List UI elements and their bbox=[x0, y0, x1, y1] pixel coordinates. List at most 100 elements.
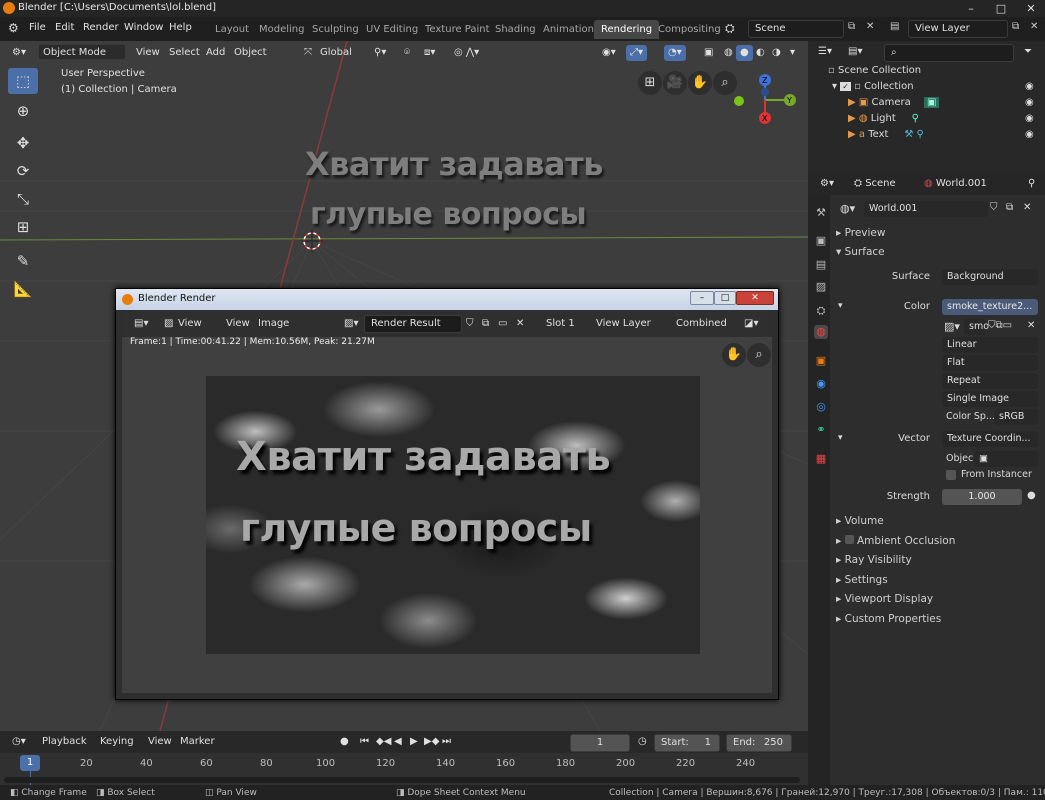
render-tab-icon[interactable]: ▣ bbox=[814, 234, 828, 248]
tab-sculpting[interactable]: Sculpting bbox=[305, 20, 366, 39]
fake-user-icon[interactable]: ⛉ bbox=[990, 202, 998, 213]
filter-icon[interactable]: ⏷ bbox=[1020, 44, 1036, 60]
image-name-field[interactable]: smo bbox=[964, 319, 989, 335]
ao-checkbox[interactable] bbox=[844, 535, 854, 544]
viewport-object-menu[interactable]: Object bbox=[230, 45, 271, 61]
menu-help[interactable]: Help bbox=[169, 22, 192, 33]
color-space-dropdown[interactable]: sRGB bbox=[994, 409, 1038, 425]
world-browse-icon[interactable]: ◍▾ bbox=[840, 202, 855, 215]
interpolation-dropdown[interactable]: Linear bbox=[942, 337, 1038, 353]
pivot-icon[interactable]: ⚲▾ bbox=[370, 45, 390, 61]
cursor-tool-icon[interactable]: ⊕ bbox=[8, 98, 38, 124]
surface-shader-field[interactable]: Background bbox=[942, 269, 1038, 285]
strength-socket-icon[interactable]: ● bbox=[1027, 490, 1036, 501]
render-pan-icon[interactable]: ✋ bbox=[722, 343, 746, 367]
start-frame-field[interactable]: Start: 1 bbox=[654, 734, 720, 752]
navigation-gizmo[interactable]: Z Y X bbox=[730, 72, 802, 130]
pass-dropdown[interactable]: Combined bbox=[672, 316, 731, 332]
tab-modeling[interactable]: Modeling bbox=[252, 20, 312, 39]
panel-settings[interactable]: ▸ Settings bbox=[836, 574, 888, 586]
outliner-row-camera[interactable]: ▶ ▣ Camera ▣ bbox=[848, 97, 940, 108]
projection-dropdown[interactable]: Flat bbox=[942, 355, 1038, 371]
render-minimize-icon[interactable]: – bbox=[690, 291, 714, 305]
tab-animation[interactable]: Animation bbox=[536, 20, 601, 39]
proportional-edit-icon[interactable]: ◎ ⋀▾ bbox=[450, 45, 483, 61]
image-unlink-icon[interactable]: ✕ bbox=[1027, 320, 1035, 331]
strength-field[interactable]: 1.000 bbox=[942, 489, 1022, 505]
new-scene-icon[interactable]: ⧉ bbox=[848, 21, 855, 32]
pin-icon[interactable]: ⚲ bbox=[1024, 176, 1039, 192]
viewport-add-menu[interactable]: Add bbox=[202, 45, 229, 61]
shading-rendered-icon[interactable]: ◑ bbox=[768, 45, 785, 61]
timeline-scrollbar[interactable] bbox=[4, 777, 800, 783]
tab-layout[interactable]: Layout bbox=[208, 20, 256, 39]
tab-compositing[interactable]: Compositing bbox=[651, 20, 728, 39]
remove-view-layer-icon[interactable]: ✕ bbox=[1030, 21, 1038, 32]
viewport-select-menu[interactable]: Select bbox=[165, 45, 204, 61]
vector-field[interactable]: Texture Coordin... bbox=[942, 431, 1038, 447]
orientation-dropdown[interactable]: Global bbox=[316, 45, 356, 61]
object-field[interactable]: ▣ bbox=[974, 451, 1038, 467]
texture-tab-icon[interactable]: ▦ bbox=[814, 452, 828, 466]
render-view-menu[interactable]: View bbox=[174, 316, 206, 332]
image-browse-icon[interactable]: ▨▾ bbox=[944, 320, 960, 333]
jump-start-icon[interactable]: ⏮ bbox=[356, 734, 373, 750]
fake-user-icon[interactable]: ⛉ bbox=[462, 316, 478, 332]
panel-viewport-display[interactable]: ▸ Viewport Display bbox=[836, 593, 933, 605]
render-maximize-icon[interactable]: □ bbox=[714, 291, 736, 305]
view-layer-tab-icon[interactable]: ▨ bbox=[814, 280, 828, 294]
overlay-toggle-icon[interactable]: ◔▾ bbox=[664, 45, 686, 61]
snap-target-icon[interactable]: ⧈▾ bbox=[420, 45, 439, 61]
layer-dropdown[interactable]: View Layer bbox=[592, 316, 655, 332]
image-fake-user-icon[interactable]: ⛉⧉▭ bbox=[988, 320, 1012, 331]
world-name-field[interactable]: World.001 bbox=[864, 201, 988, 217]
world-tab[interactable]: ◍ World.001 bbox=[920, 176, 991, 192]
scene-icon[interactable]: ⛭ bbox=[725, 21, 735, 36]
output-tab-icon[interactable]: ▤ bbox=[814, 258, 828, 272]
scale-tool-icon[interactable]: ⤡ bbox=[8, 186, 38, 212]
render-window[interactable]: Blender Render – □ ✕ ▤▾ ▨ View View Imag… bbox=[115, 288, 779, 700]
from-instancer-checkbox[interactable] bbox=[946, 470, 956, 480]
source-dropdown[interactable]: Single Image bbox=[942, 391, 1038, 407]
marker-menu[interactable]: Marker bbox=[176, 734, 219, 750]
image-name-field[interactable]: Render Result bbox=[364, 315, 462, 333]
snap-icon[interactable]: ⌾ bbox=[400, 45, 414, 61]
panel-preview[interactable]: ▸ Preview bbox=[836, 227, 885, 239]
playhead[interactable]: 1 bbox=[20, 755, 40, 771]
transform-orientation-icon[interactable]: ⤧ bbox=[300, 45, 316, 61]
panel-ambient-occlusion[interactable]: ▸ Ambient Occlusion bbox=[836, 535, 955, 547]
shading-wireframe-icon[interactable]: ◍ bbox=[720, 45, 737, 61]
scene-selector[interactable]: Scene bbox=[748, 20, 844, 38]
scene-tab[interactable]: ⛭ Scene bbox=[850, 176, 900, 192]
slot-dropdown[interactable]: Slot 1 bbox=[542, 316, 579, 332]
image-browse-icon[interactable]: ▨▾ bbox=[340, 316, 362, 332]
transform-tool-icon[interactable]: ⊞ bbox=[8, 214, 38, 240]
render-result-area[interactable]: Frame:1 | Time:00:41.22 | Mem:10.56M, Pe… bbox=[122, 337, 772, 693]
viewport-view-menu[interactable]: View bbox=[132, 45, 164, 61]
menu-window[interactable]: Window bbox=[124, 22, 163, 33]
timeline-editor-icon[interactable]: ◷▾ bbox=[8, 734, 30, 750]
editor-type-icon[interactable]: ⚙ bbox=[8, 21, 19, 35]
constraints-tab-icon[interactable]: ⚭ bbox=[814, 423, 828, 437]
visibility-eye-icon[interactable]: ◉ bbox=[1025, 81, 1034, 92]
close-icon[interactable]: ✕ bbox=[1016, 0, 1045, 17]
properties-editor[interactable]: ⚙▾ ⛭ Scene ◍ World.001 ⚲ ⚒ ▣ ▤ ▨ ⛭ ◍ ▣ ◉… bbox=[808, 171, 1045, 785]
properties-editor-icon[interactable]: ⚙▾ bbox=[816, 176, 838, 192]
panel-surface[interactable]: ▾ Surface bbox=[836, 246, 885, 258]
outliner-row-collection[interactable]: ▾ ✓ ▫ Collection bbox=[832, 81, 914, 92]
panel-custom-properties[interactable]: ▸ Custom Properties bbox=[836, 613, 941, 625]
pan-view-icon[interactable]: ✋ bbox=[688, 71, 712, 95]
tab-uv-editing[interactable]: UV Editing bbox=[359, 20, 425, 39]
tool-tab-icon[interactable]: ⚒ bbox=[814, 206, 828, 220]
xray-icon[interactable]: ▣ bbox=[700, 45, 717, 61]
tab-texture-paint[interactable]: Texture Paint bbox=[418, 20, 497, 39]
shading-options-icon[interactable]: ▾ bbox=[786, 45, 799, 61]
move-tool-icon[interactable]: ✥ bbox=[8, 130, 38, 156]
play-reverse-icon[interactable]: ◀ bbox=[390, 734, 406, 750]
annotate-tool-icon[interactable]: ✎ bbox=[8, 248, 38, 274]
current-frame-field[interactable]: 1 bbox=[570, 734, 630, 752]
menu-file[interactable]: File bbox=[29, 22, 46, 33]
end-frame-field[interactable]: End: 250 bbox=[726, 734, 792, 752]
record-icon[interactable]: ● bbox=[336, 734, 353, 750]
new-world-icon[interactable]: ⧉ bbox=[1006, 202, 1013, 213]
